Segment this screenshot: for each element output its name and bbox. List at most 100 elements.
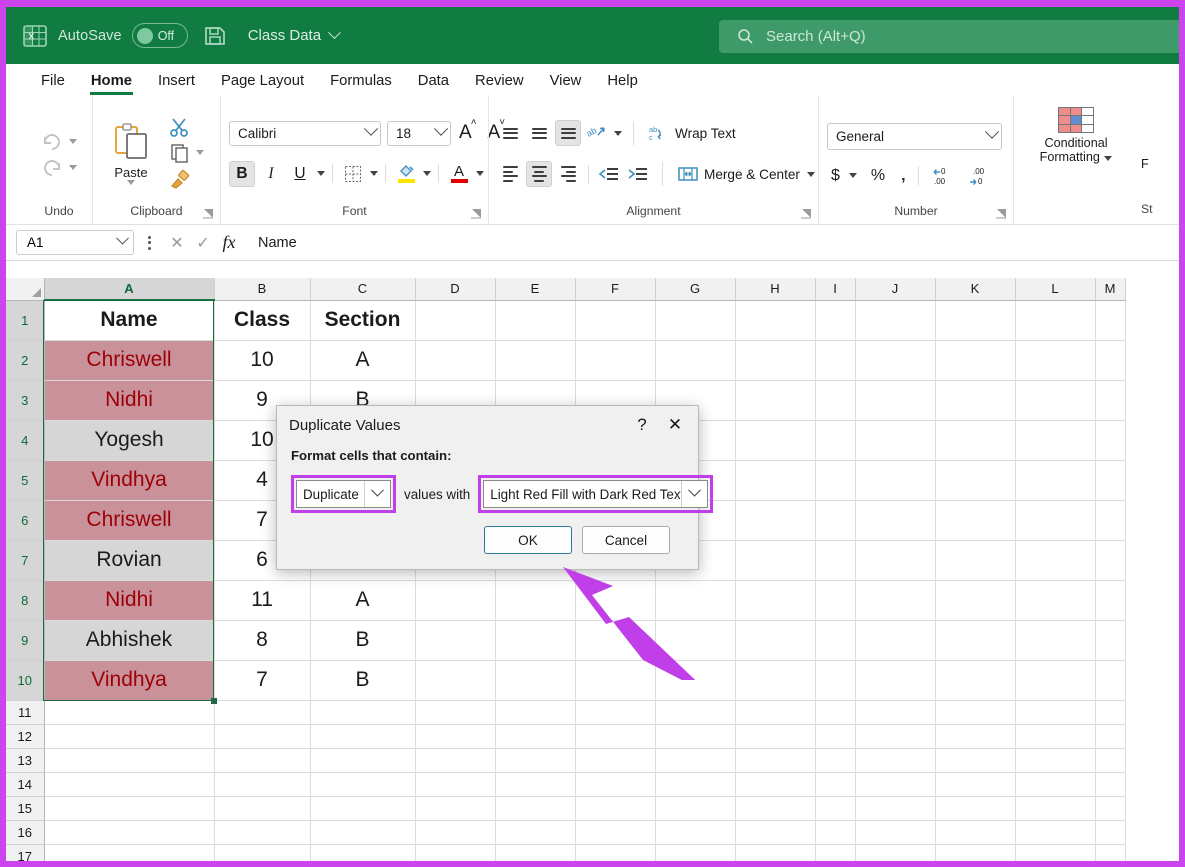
copy-dropdown-icon[interactable] bbox=[196, 150, 204, 155]
cell-h10[interactable] bbox=[735, 660, 815, 700]
cell-i1[interactable] bbox=[815, 300, 855, 340]
column-header-a[interactable]: A bbox=[44, 278, 214, 300]
column-header-b[interactable]: B bbox=[214, 278, 310, 300]
font-color-dropdown-icon[interactable] bbox=[476, 171, 484, 176]
row-header-8[interactable]: 8 bbox=[6, 580, 44, 620]
redo-button[interactable] bbox=[41, 159, 77, 177]
cell-h1[interactable] bbox=[735, 300, 815, 340]
align-top-button[interactable] bbox=[497, 120, 523, 146]
cell-a16[interactable] bbox=[44, 820, 214, 844]
cell-m13[interactable] bbox=[1095, 748, 1125, 772]
cell-h9[interactable] bbox=[735, 620, 815, 660]
cell-h3[interactable] bbox=[735, 380, 815, 420]
cell-e11[interactable] bbox=[495, 700, 575, 724]
cell-h11[interactable] bbox=[735, 700, 815, 724]
cell-k3[interactable] bbox=[935, 380, 1015, 420]
cell-m10[interactable] bbox=[1095, 660, 1125, 700]
redo-dropdown-icon[interactable] bbox=[69, 165, 77, 170]
cell-d15[interactable] bbox=[415, 796, 495, 820]
row-header-15[interactable]: 15 bbox=[6, 796, 44, 820]
cell-h16[interactable] bbox=[735, 820, 815, 844]
cell-a3[interactable]: Nidhi bbox=[44, 380, 214, 420]
column-header-k[interactable]: K bbox=[935, 278, 1015, 300]
cell-i4[interactable] bbox=[815, 420, 855, 460]
conditional-formatting-dropdown-icon[interactable] bbox=[1104, 156, 1112, 161]
cell-c10[interactable]: B bbox=[310, 660, 415, 700]
italic-button[interactable]: I bbox=[258, 161, 284, 187]
cell-a14[interactable] bbox=[44, 772, 214, 796]
cell-a15[interactable] bbox=[44, 796, 214, 820]
font-dialog-launcher-icon[interactable] bbox=[471, 208, 482, 219]
cell-a4[interactable]: Yogesh bbox=[44, 420, 214, 460]
cell-j8[interactable] bbox=[855, 580, 935, 620]
row-header-13[interactable]: 13 bbox=[6, 748, 44, 772]
cell-c2[interactable]: A bbox=[310, 340, 415, 380]
row-header-12[interactable]: 12 bbox=[6, 724, 44, 748]
cell-l1[interactable] bbox=[1015, 300, 1095, 340]
cell-m15[interactable] bbox=[1095, 796, 1125, 820]
cell-l16[interactable] bbox=[1015, 820, 1095, 844]
cell-e10[interactable] bbox=[495, 660, 575, 700]
cell-j5[interactable] bbox=[855, 460, 935, 500]
cell-f14[interactable] bbox=[575, 772, 655, 796]
cell-m12[interactable] bbox=[1095, 724, 1125, 748]
cell-a6[interactable]: Chriswell bbox=[44, 500, 214, 540]
row-header-17[interactable]: 17 bbox=[6, 844, 44, 861]
cell-b16[interactable] bbox=[214, 820, 310, 844]
cell-j1[interactable] bbox=[855, 300, 935, 340]
cell-k5[interactable] bbox=[935, 460, 1015, 500]
cell-e8[interactable] bbox=[495, 580, 575, 620]
column-header-f[interactable]: F bbox=[575, 278, 655, 300]
cell-c16[interactable] bbox=[310, 820, 415, 844]
align-bottom-button[interactable] bbox=[555, 120, 581, 146]
cell-d10[interactable] bbox=[415, 660, 495, 700]
cell-g9[interactable] bbox=[655, 620, 735, 660]
cell-e13[interactable] bbox=[495, 748, 575, 772]
row-header-9[interactable]: 9 bbox=[6, 620, 44, 660]
column-header-h[interactable]: H bbox=[735, 278, 815, 300]
tab-view[interactable]: View bbox=[537, 73, 595, 95]
cell-l14[interactable] bbox=[1015, 772, 1095, 796]
undo-dropdown-icon[interactable] bbox=[69, 139, 77, 144]
cell-g13[interactable] bbox=[655, 748, 735, 772]
tab-formulas[interactable]: Formulas bbox=[317, 73, 405, 95]
decrease-indent-button[interactable] bbox=[596, 161, 622, 187]
increase-font-size-button[interactable]: A˄ bbox=[457, 122, 480, 144]
cancel-entry-icon[interactable]: ✕ bbox=[164, 233, 190, 253]
align-middle-button[interactable] bbox=[526, 120, 552, 146]
cell-d14[interactable] bbox=[415, 772, 495, 796]
bold-button[interactable]: B bbox=[229, 161, 255, 187]
cell-g1[interactable] bbox=[655, 300, 735, 340]
cell-i14[interactable] bbox=[815, 772, 855, 796]
cell-l4[interactable] bbox=[1015, 420, 1095, 460]
font-name-combo[interactable]: Calibri bbox=[229, 121, 381, 146]
cell-b2[interactable]: 10 bbox=[214, 340, 310, 380]
cell-m7[interactable] bbox=[1095, 540, 1125, 580]
cell-a1[interactable]: Name bbox=[44, 300, 214, 340]
cell-b15[interactable] bbox=[214, 796, 310, 820]
cell-c9[interactable]: B bbox=[310, 620, 415, 660]
cell-k7[interactable] bbox=[935, 540, 1015, 580]
row-header-3[interactable]: 3 bbox=[6, 380, 44, 420]
cell-h5[interactable] bbox=[735, 460, 815, 500]
cell-i13[interactable] bbox=[815, 748, 855, 772]
align-left-button[interactable] bbox=[497, 161, 523, 187]
cell-a11[interactable] bbox=[44, 700, 214, 724]
cut-button[interactable] bbox=[169, 116, 204, 138]
orientation-dropdown-icon[interactable] bbox=[614, 131, 622, 136]
cell-c15[interactable] bbox=[310, 796, 415, 820]
row-header-5[interactable]: 5 bbox=[6, 460, 44, 500]
cell-j15[interactable] bbox=[855, 796, 935, 820]
cell-i12[interactable] bbox=[815, 724, 855, 748]
cell-j10[interactable] bbox=[855, 660, 935, 700]
cell-m3[interactable] bbox=[1095, 380, 1125, 420]
column-header-e[interactable]: E bbox=[495, 278, 575, 300]
currency-button[interactable]: $ bbox=[827, 167, 844, 185]
cell-m11[interactable] bbox=[1095, 700, 1125, 724]
tab-review[interactable]: Review bbox=[462, 73, 537, 95]
clipboard-dialog-launcher-icon[interactable] bbox=[203, 208, 214, 219]
cell-h13[interactable] bbox=[735, 748, 815, 772]
cell-b8[interactable]: 11 bbox=[214, 580, 310, 620]
orientation-button[interactable]: ab bbox=[584, 120, 610, 146]
cell-b10[interactable]: 7 bbox=[214, 660, 310, 700]
